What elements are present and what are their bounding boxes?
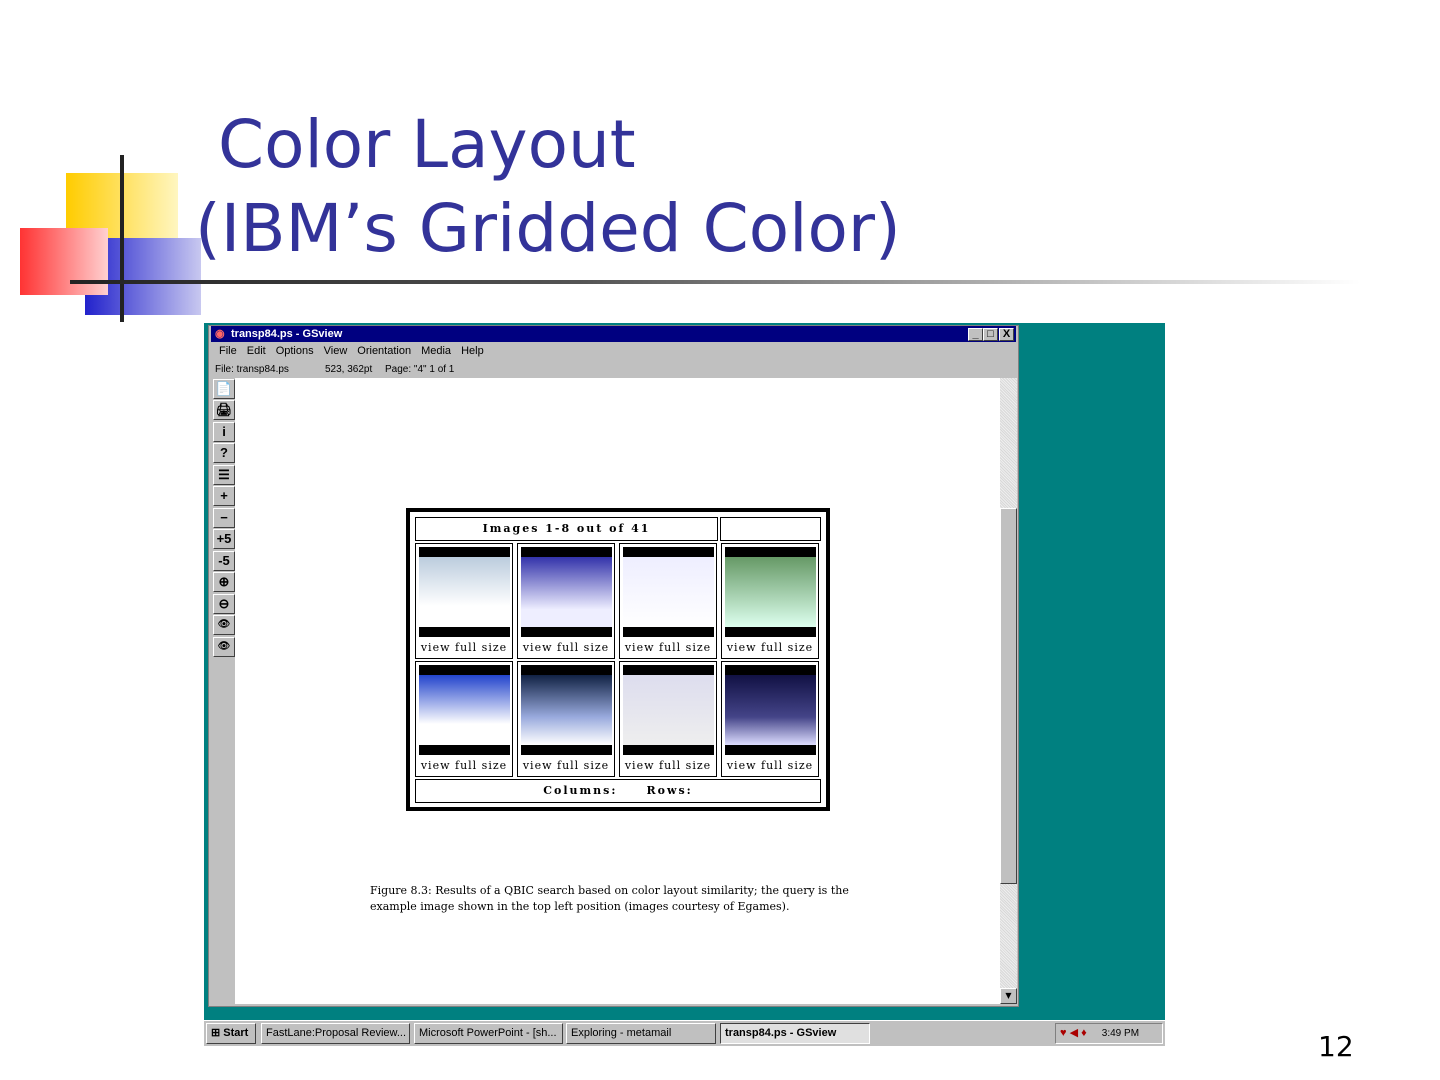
view-full-size-link[interactable]: view full size bbox=[518, 759, 614, 772]
footer-text: Columns: Rows: bbox=[543, 784, 693, 797]
menu-help[interactable]: Help bbox=[461, 345, 484, 357]
next-page-icon[interactable]: + bbox=[213, 486, 235, 506]
thumbnail-image[interactable] bbox=[521, 547, 612, 637]
thumbnail-image[interactable] bbox=[725, 547, 816, 637]
result-cell: view full size bbox=[517, 543, 615, 659]
info-icon[interactable]: i bbox=[213, 422, 235, 442]
open-icon[interactable]: 📄 bbox=[213, 379, 235, 399]
view-full-size-link[interactable]: view full size bbox=[416, 759, 512, 772]
thumbnail-image[interactable] bbox=[419, 665, 510, 755]
print-icon[interactable]: 🖨 bbox=[213, 400, 235, 420]
taskbar-item-exploring[interactable]: Exploring - metamail bbox=[566, 1023, 716, 1044]
scroll-thumb[interactable] bbox=[1000, 508, 1017, 884]
results-table: Images 1-8 out of 41 view full size view … bbox=[406, 508, 830, 811]
title-bar: ◉ transp84.ps - GSview bbox=[211, 326, 1016, 342]
page-number: 12 bbox=[1318, 1030, 1354, 1063]
view-full-size-link[interactable]: view full size bbox=[620, 759, 716, 772]
result-cell: view full size bbox=[619, 543, 717, 659]
taskbar-item-fastlane[interactable]: FastLane:Proposal Review... bbox=[261, 1023, 410, 1044]
close-button[interactable]: X bbox=[999, 328, 1014, 341]
menu-bar: File Edit Options View Orientation Media… bbox=[219, 345, 484, 357]
status-page: Page: "4" 1 of 1 bbox=[385, 364, 455, 375]
app-icon: ◉ bbox=[215, 328, 225, 340]
result-cell: view full size bbox=[517, 661, 615, 777]
result-cell: view full size bbox=[721, 661, 819, 777]
help-icon[interactable]: ? bbox=[213, 443, 235, 463]
slide-title-line2: (IBM’s Gridded Color) bbox=[195, 190, 901, 267]
figure-caption: Figure 8.3: Results of a QBIC search bas… bbox=[370, 883, 849, 915]
windows-icon: ⊞ bbox=[211, 1027, 221, 1039]
menu-edit[interactable]: Edit bbox=[247, 345, 266, 357]
thumbnail-image[interactable] bbox=[419, 547, 510, 637]
view-full-size-link[interactable]: view full size bbox=[722, 641, 818, 654]
vertical-scrollbar[interactable]: ▼ bbox=[1000, 378, 1017, 1004]
red-square bbox=[20, 228, 108, 295]
thumbnail-image[interactable] bbox=[521, 665, 612, 755]
start-label: Start bbox=[223, 1027, 249, 1039]
goto-page-icon[interactable]: ☰ bbox=[213, 465, 235, 485]
status-bar: File: transp84.ps 523, 362pt Page: "4" 1… bbox=[215, 364, 454, 375]
clock: 3:49 PM bbox=[1101, 1028, 1140, 1039]
window-title: transp84.ps - GSview bbox=[231, 328, 343, 340]
table-header-blank bbox=[720, 517, 821, 541]
view-full-size-link[interactable]: view full size bbox=[416, 641, 512, 654]
status-file: File: transp84.ps bbox=[215, 364, 289, 375]
vertical-line bbox=[120, 155, 124, 322]
slide-title-line1: Color Layout bbox=[218, 106, 636, 183]
view-icon[interactable]: 👁 bbox=[213, 615, 235, 635]
status-coords: 523, 362pt bbox=[325, 364, 373, 375]
result-cell: view full size bbox=[721, 543, 819, 659]
view-full-size-link[interactable]: view full size bbox=[722, 759, 818, 772]
thumbnail-image[interactable] bbox=[725, 665, 816, 755]
caption-line1: Figure 8.3: Results of a QBIC search bas… bbox=[370, 884, 849, 897]
menu-options[interactable]: Options bbox=[276, 345, 314, 357]
header-text: Images 1-8 out of 41 bbox=[482, 522, 651, 535]
menu-view[interactable]: View bbox=[324, 345, 348, 357]
table-header: Images 1-8 out of 41 bbox=[415, 517, 718, 541]
system-tray: ♥ ◀ ♦ 3:49 PM bbox=[1055, 1023, 1163, 1044]
view-full-size-link[interactable]: view full size bbox=[620, 641, 716, 654]
menu-file[interactable]: File bbox=[219, 345, 237, 357]
taskbar-item-gsview[interactable]: transp84.ps - GSview bbox=[720, 1023, 870, 1044]
view-all-icon[interactable]: 👁 bbox=[213, 637, 235, 657]
start-button[interactable]: ⊞ Start bbox=[206, 1023, 256, 1044]
result-cell: view full size bbox=[415, 661, 513, 777]
scroll-down-button[interactable]: ▼ bbox=[1000, 988, 1017, 1004]
result-cell: view full size bbox=[619, 661, 717, 777]
thumbnail-image[interactable] bbox=[623, 665, 714, 755]
view-full-size-link[interactable]: view full size bbox=[518, 641, 614, 654]
zoom-in-icon[interactable]: ⊕ bbox=[213, 572, 235, 592]
prev-page-icon[interactable]: − bbox=[213, 508, 235, 528]
minimize-button[interactable]: _ bbox=[968, 328, 983, 341]
result-cell: view full size bbox=[415, 543, 513, 659]
menu-orientation[interactable]: Orientation bbox=[357, 345, 411, 357]
table-footer: Columns: Rows: bbox=[415, 779, 821, 803]
thumbnail-image[interactable] bbox=[623, 547, 714, 637]
zoom-out-icon[interactable]: ⊖ bbox=[213, 594, 235, 614]
skip-back-icon[interactable]: -5 bbox=[213, 551, 235, 571]
maximize-button[interactable]: □ bbox=[983, 328, 998, 341]
caption-line2: example image shown in the top left posi… bbox=[370, 900, 790, 913]
tray-icons: ♥ ◀ ♦ bbox=[1060, 1027, 1087, 1039]
menu-media[interactable]: Media bbox=[421, 345, 451, 357]
skip-forward-icon[interactable]: +5 bbox=[213, 529, 235, 549]
title-underline bbox=[70, 280, 1360, 284]
taskbar-item-powerpoint[interactable]: Microsoft PowerPoint - [sh... bbox=[414, 1023, 563, 1044]
